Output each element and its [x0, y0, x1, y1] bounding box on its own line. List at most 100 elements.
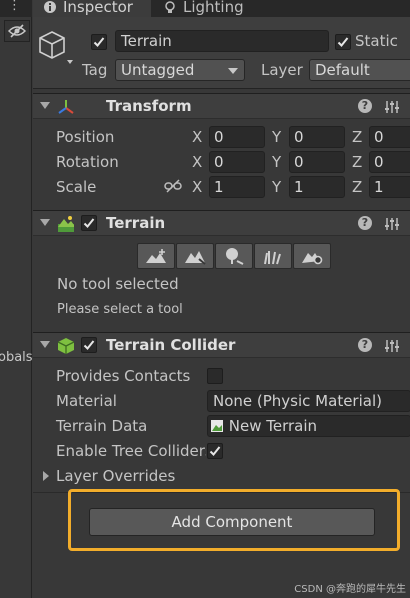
rotation-x-field[interactable]: 0 [209, 151, 265, 173]
watermark: CSDN @奔跑的犀牛先生 [294, 584, 406, 595]
visibility-toggle[interactable] [4, 20, 30, 42]
tag-label: Tag [82, 61, 108, 79]
raise-terrain-icon [146, 249, 166, 263]
provides-contacts-label: Provides Contacts [56, 367, 191, 385]
layer-label: Layer [261, 61, 303, 79]
terrain-title: Terrain [106, 214, 166, 232]
paint-trees-icon [226, 248, 244, 265]
position-z-field[interactable]: 0 [369, 126, 410, 148]
position-label: Position [56, 128, 115, 146]
hierarchy-panel-edge: ⋮ obals [0, 0, 33, 598]
layer-value: Default [315, 61, 370, 79]
material-field[interactable]: None (Physic Material) [207, 390, 410, 412]
terrain-settings-icon [302, 253, 323, 265]
tag-value: Untagged [121, 61, 195, 79]
info-icon [43, 0, 57, 14]
tool-hint-message: Please select a tool [57, 302, 183, 317]
paint-details-tool-button[interactable] [254, 243, 292, 269]
paint-trees-tool-button[interactable] [215, 243, 253, 269]
paint-terrain-tool-button[interactable] [176, 243, 214, 269]
scale-x-label: X [192, 178, 203, 196]
foldout-arrow-icon[interactable] [40, 341, 50, 348]
enable-tree-colliders-checkbox[interactable] [207, 443, 223, 459]
transform-title: Transform [106, 97, 192, 115]
collider-enabled-checkbox[interactable] [81, 337, 97, 353]
terrain-header[interactable]: Terrain ? [33, 210, 410, 236]
terrain-data-label: Terrain Data [56, 417, 148, 435]
terrain-asset-icon [211, 420, 223, 432]
scale-z-label: Z [352, 178, 363, 196]
gameobject-icon-selector[interactable] [39, 30, 73, 68]
foldout-arrow-icon[interactable] [40, 102, 50, 109]
tab-bar: Inspector Lighting [33, 0, 410, 17]
terrain-icon [58, 216, 74, 232]
rotation-x-label: X [192, 153, 203, 171]
tag-dropdown[interactable]: Untagged [115, 59, 245, 81]
help-icon[interactable]: ? [358, 216, 372, 230]
gameobject-header: Terrain Static Tag Untagged Layer Defaul… [33, 17, 410, 89]
inspector-panel: Inspector Lighting Terrain Static Tag Un… [33, 0, 410, 598]
rotation-y-label: Y [272, 153, 282, 171]
help-icon[interactable]: ? [358, 338, 372, 352]
tab-lighting-label: Lighting [183, 0, 244, 16]
scale-z-field[interactable]: 1 [369, 176, 410, 198]
scale-y-field[interactable]: 1 [289, 176, 345, 198]
cube-icon [39, 31, 73, 64]
position-x-label: X [192, 128, 203, 146]
preset-settings-icon[interactable] [384, 216, 400, 232]
terrain-settings-tool-button[interactable] [293, 243, 331, 269]
tab-lighting[interactable]: Lighting [153, 0, 283, 17]
hidden-eye-icon [8, 24, 26, 38]
help-icon[interactable]: ? [358, 99, 372, 113]
active-checkbox[interactable] [91, 34, 107, 50]
checkmark-icon [83, 340, 95, 350]
raise-terrain-tool-button[interactable] [137, 243, 175, 269]
position-y-label: Y [272, 128, 282, 146]
checkmark-icon [209, 446, 221, 456]
position-z-label: Z [352, 128, 363, 146]
checkmark-icon [83, 218, 95, 228]
highlight-box [68, 489, 400, 551]
position-y-field[interactable]: 0 [289, 126, 345, 148]
hierarchy-item-label[interactable]: obals [0, 350, 33, 365]
terrain-collider-title: Terrain Collider [106, 336, 236, 354]
constrain-proportions-icon[interactable] [164, 179, 182, 193]
checkmark-icon [93, 37, 105, 47]
enable-tree-colliders-label: Enable Tree Colliders [56, 442, 206, 460]
foldout-arrow-icon[interactable] [40, 219, 50, 226]
tab-inspector[interactable]: Inspector [33, 0, 151, 17]
material-label: Material [56, 392, 117, 410]
lighting-icon [163, 0, 177, 14]
terrain-collider-header[interactable]: Terrain Collider ? [33, 332, 410, 358]
provides-contacts-checkbox[interactable] [207, 368, 223, 384]
position-x-field[interactable]: 0 [209, 126, 265, 148]
rotation-label: Rotation [56, 153, 119, 171]
layer-dropdown[interactable]: Default [309, 59, 410, 81]
static-label: Static [355, 32, 398, 50]
scale-y-label: Y [272, 178, 282, 196]
collider-cube-icon [57, 338, 75, 354]
checkmark-icon [337, 37, 349, 47]
layer-overrides-foldout-icon[interactable] [41, 470, 51, 482]
scale-x-field[interactable]: 1 [209, 176, 265, 198]
static-checkbox[interactable] [335, 34, 351, 50]
chevron-down-icon [228, 68, 238, 74]
no-tool-message: No tool selected [57, 275, 179, 293]
paint-details-icon [264, 251, 281, 265]
rotation-z-field[interactable]: 0 [369, 151, 410, 173]
more-options-icon[interactable]: ⋮ [8, 0, 21, 12]
terrain-enabled-checkbox[interactable] [81, 215, 97, 231]
rotation-z-label: Z [352, 153, 363, 171]
terrain-data-field[interactable]: New Terrain [207, 415, 410, 437]
terrain-data-value: New Terrain [228, 417, 318, 435]
tab-inspector-label: Inspector [63, 0, 133, 16]
paint-terrain-icon [185, 251, 206, 265]
preset-settings-icon[interactable] [384, 338, 400, 354]
transform-icon [58, 100, 74, 114]
preset-settings-icon[interactable] [384, 99, 400, 115]
layer-overrides-label[interactable]: Layer Overrides [56, 466, 175, 486]
rotation-y-field[interactable]: 0 [289, 151, 345, 173]
transform-header[interactable]: Transform ? [33, 93, 410, 119]
scale-label: Scale [56, 178, 97, 196]
gameobject-name-field[interactable]: Terrain [115, 30, 329, 52]
